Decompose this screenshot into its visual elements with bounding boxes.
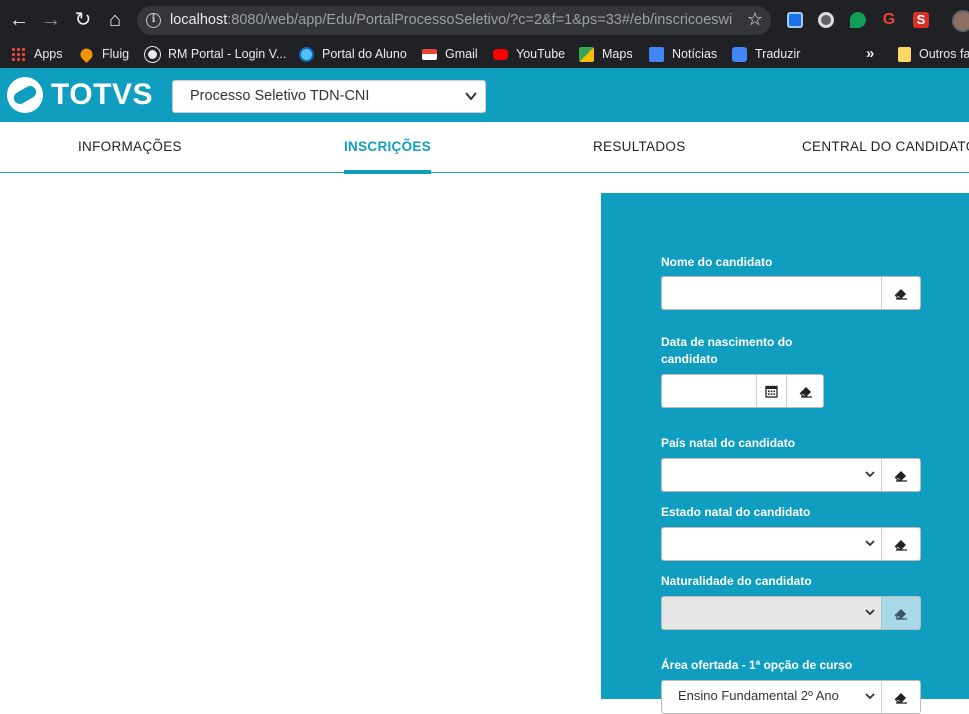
chevron-down-icon xyxy=(864,689,878,703)
extension-icon[interactable] xyxy=(850,12,866,28)
naturalidade-label: Naturalidade do candidato xyxy=(661,574,812,588)
site-info-icon[interactable]: i xyxy=(146,13,161,28)
nascimento-input-group xyxy=(661,374,824,408)
news-icon xyxy=(649,46,664,62)
bookmark-apps[interactable]: Apps xyxy=(11,40,63,68)
eraser-icon xyxy=(799,387,812,398)
pais-select[interactable] xyxy=(662,459,882,491)
back-icon[interactable]: ← xyxy=(7,8,31,32)
url-text[interactable]: localhost:8080/web/app/Edu/PortalProcess… xyxy=(170,12,732,28)
eraser-icon xyxy=(894,540,907,551)
bookmarks-bar: Apps Fluig RM Portal - Login V... Portal… xyxy=(0,40,969,68)
bookmark-maps[interactable]: Maps xyxy=(579,40,633,68)
folder-icon xyxy=(898,46,911,62)
reload-icon[interactable]: ↻ xyxy=(71,8,95,32)
chevron-down-icon xyxy=(864,467,878,481)
app-header: TOTVS Processo Seletivo TDN-CNI xyxy=(0,68,969,122)
eraser-icon xyxy=(894,289,907,300)
translate-icon xyxy=(732,46,747,62)
logo-text: TOTVS xyxy=(51,78,153,111)
bookmark-other-folder[interactable]: Outros fa xyxy=(898,40,969,68)
home-icon[interactable]: ⌂ xyxy=(103,8,127,32)
area-select-group: Ensino Fundamental 2º Ano xyxy=(661,680,921,714)
profile-avatar[interactable] xyxy=(952,10,969,32)
nascimento-input[interactable] xyxy=(662,375,757,407)
address-bar[interactable]: i localhost:8080/web/app/Edu/PortalProce… xyxy=(137,6,771,35)
tab-resultados[interactable]: RESULTADOS xyxy=(593,122,686,173)
process-select-value: Processo Seletivo TDN-CNI xyxy=(190,88,370,104)
area-label: Área ofertada - 1ª opção de curso xyxy=(661,658,853,672)
tab-central-do-candidato[interactable]: CENTRAL DO CANDIDATO xyxy=(802,122,969,173)
bookmark-fluig[interactable]: Fluig xyxy=(78,40,129,68)
chevron-down-icon xyxy=(864,536,878,550)
globe-icon xyxy=(144,45,161,63)
eraser-icon xyxy=(894,471,907,482)
totvs-logo: TOTVS xyxy=(6,77,153,113)
forward-icon[interactable]: → xyxy=(39,8,63,32)
main-tabs: INFORMAÇÕES INSCRIÇÕES RESULTADOS CENTRA… xyxy=(0,122,969,174)
nome-input[interactable] xyxy=(662,277,882,309)
apps-icon xyxy=(11,46,26,62)
clear-pais-button[interactable] xyxy=(881,459,920,491)
fluig-icon xyxy=(78,45,95,63)
nome-label: Nome do candidato xyxy=(661,255,773,269)
nascimento-label: Data de nascimento do candidato xyxy=(661,335,793,366)
chevron-down-icon xyxy=(864,605,878,619)
bookmark-portal-aluno[interactable]: Portal do Aluno xyxy=(299,40,407,68)
portal-aluno-icon xyxy=(299,46,314,62)
pais-select-group xyxy=(661,458,921,492)
clear-naturalidade-button[interactable] xyxy=(881,597,920,629)
gmail-icon xyxy=(422,48,437,60)
browser-toolbar: ← → ↻ ⌂ i localhost:8080/web/app/Edu/Por… xyxy=(0,0,969,40)
estado-select-group xyxy=(661,527,921,561)
clear-estado-button[interactable] xyxy=(881,528,920,560)
naturalidade-select[interactable] xyxy=(662,597,882,629)
naturalidade-select-group xyxy=(661,596,921,630)
maps-icon xyxy=(579,46,594,62)
pais-label: País natal do candidato xyxy=(661,436,796,450)
eraser-icon xyxy=(894,693,907,704)
tab-informacoes[interactable]: INFORMAÇÕES xyxy=(78,122,182,173)
area-select[interactable]: Ensino Fundamental 2º Ano xyxy=(662,681,882,713)
estado-label: Estado natal do candidato xyxy=(661,505,811,519)
extension-icon[interactable] xyxy=(787,12,803,28)
clear-area-button[interactable] xyxy=(881,681,920,713)
totvs-logo-icon xyxy=(6,76,44,114)
clear-nome-button[interactable] xyxy=(881,277,920,309)
process-select[interactable]: Processo Seletivo TDN-CNI xyxy=(172,80,486,113)
bookmark-gmail[interactable]: Gmail xyxy=(422,40,478,68)
calendar-button[interactable] xyxy=(756,375,786,407)
youtube-icon xyxy=(493,48,508,60)
tab-inscricoes[interactable]: INSCRIÇÕES xyxy=(344,122,432,174)
nome-input-group xyxy=(661,276,921,310)
eraser-icon xyxy=(894,609,907,620)
google-extension-icon[interactable]: G xyxy=(881,12,897,28)
bookmark-noticias[interactable]: Notícias xyxy=(649,40,717,68)
extension-icon[interactable] xyxy=(818,12,834,28)
bookmark-traduzir[interactable]: Traduzir xyxy=(732,40,800,68)
bookmark-youtube[interactable]: YouTube xyxy=(493,40,565,68)
chevron-down-icon xyxy=(465,81,477,112)
extension-icon[interactable]: S xyxy=(913,12,929,28)
bookmarks-overflow-icon[interactable]: » xyxy=(866,45,874,62)
calendar-icon xyxy=(765,385,778,398)
estado-select[interactable] xyxy=(662,528,882,560)
bookmark-star-icon[interactable]: ☆ xyxy=(747,9,763,30)
bookmark-rm-portal[interactable]: RM Portal - Login V... xyxy=(144,40,286,68)
candidate-form-panel: Nome do candidato Data de nascimento do … xyxy=(601,193,969,714)
clear-nascimento-button[interactable] xyxy=(786,375,823,407)
